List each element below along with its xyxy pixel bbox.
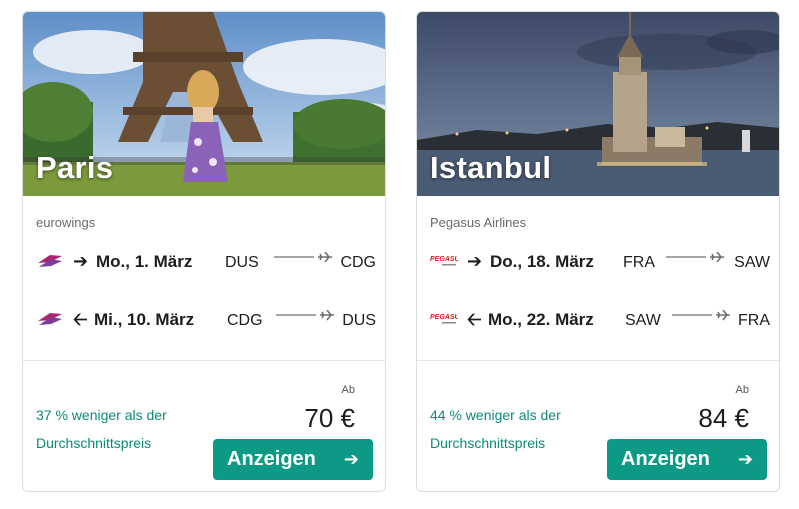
flight-details: Pegasus Airlines PEGASUS ➔ Do., 18. März…: [417, 196, 779, 361]
price-prefix: Ab: [341, 384, 355, 396]
pegasus-logo-icon: PEGASUS: [430, 256, 458, 266]
origin-code: FRA: [623, 254, 655, 271]
return-date: Mo., 22. März: [488, 310, 594, 329]
arrow-left-icon: 🡠: [467, 309, 482, 329]
destination-code: CDG: [340, 254, 376, 271]
destination-image: Paris: [23, 12, 385, 196]
outbound-date: Do., 18. März: [490, 252, 594, 271]
price-prefix: Ab: [735, 384, 749, 396]
destination-code: DUS: [342, 312, 376, 329]
outbound-leg: PEGASUS ➔ Do., 18. März FRA SAW: [430, 246, 770, 276]
return-date: Mi., 10. März: [94, 310, 195, 329]
return-leg: 🡠 Mi., 10. März CDG DUS: [36, 304, 376, 334]
deal-text: 37 % weniger als der Durchschnittspreis: [36, 407, 167, 451]
arrow-right-icon: ➔: [737, 449, 753, 469]
plane-route-icon: [276, 310, 334, 321]
deal-card-paris[interactable]: Paris eurowings ➔ Mo., 1. März DUS CDG 🡠: [22, 11, 386, 492]
pegasus-logo-icon: PEGASUS: [430, 314, 458, 324]
card-footer: 44 % weniger als der Durchschnittspreis …: [417, 361, 779, 491]
eurowings-logo-icon: [38, 255, 62, 267]
price: 84 €: [698, 403, 749, 433]
svg-text:PEGASUS: PEGASUS: [430, 256, 458, 263]
arrow-right-icon: ➔: [73, 251, 89, 271]
destination-code: SAW: [734, 254, 770, 271]
origin-code: CDG: [227, 312, 263, 329]
card-footer: 37 % weniger als der Durchschnittspreis …: [23, 361, 385, 491]
eurowings-logo-icon: [38, 313, 62, 325]
plane-route-icon: [672, 310, 730, 321]
arrow-right-icon: ➔: [467, 251, 483, 271]
view-deal-button[interactable]: Anzeigen ➔: [213, 439, 373, 480]
button-label: Anzeigen: [621, 448, 710, 470]
arrow-right-icon: ➔: [343, 449, 359, 469]
destination-image: Istanbul: [417, 12, 779, 196]
flight-details: eurowings ➔ Mo., 1. März DUS CDG 🡠 Mi., …: [23, 196, 385, 361]
airline-name: Pegasus Airlines: [430, 215, 527, 230]
outbound-leg: ➔ Mo., 1. März DUS CDG: [36, 246, 376, 276]
destination-name: Paris: [36, 150, 114, 185]
airline-name: eurowings: [36, 215, 96, 230]
plane-route-icon: [274, 252, 332, 263]
return-leg: PEGASUS 🡠 Mo., 22. März SAW FRA: [430, 304, 770, 334]
arrow-left-icon: 🡠: [73, 309, 88, 329]
origin-code: DUS: [225, 254, 259, 271]
plane-route-icon: [666, 252, 724, 263]
button-label: Anzeigen: [227, 448, 316, 470]
origin-code: SAW: [625, 312, 661, 329]
outbound-date: Mo., 1. März: [96, 252, 193, 271]
svg-text:PEGASUS: PEGASUS: [430, 314, 458, 321]
view-deal-button[interactable]: Anzeigen ➔: [607, 439, 767, 480]
destination-name: Istanbul: [430, 150, 552, 185]
destination-code: FRA: [738, 312, 770, 329]
deal-text: 44 % weniger als der Durchschnittspreis: [430, 407, 561, 451]
price: 70 €: [304, 403, 355, 433]
deal-card-istanbul[interactable]: Istanbul Pegasus Airlines PEGASUS ➔ Do.,…: [416, 11, 780, 492]
